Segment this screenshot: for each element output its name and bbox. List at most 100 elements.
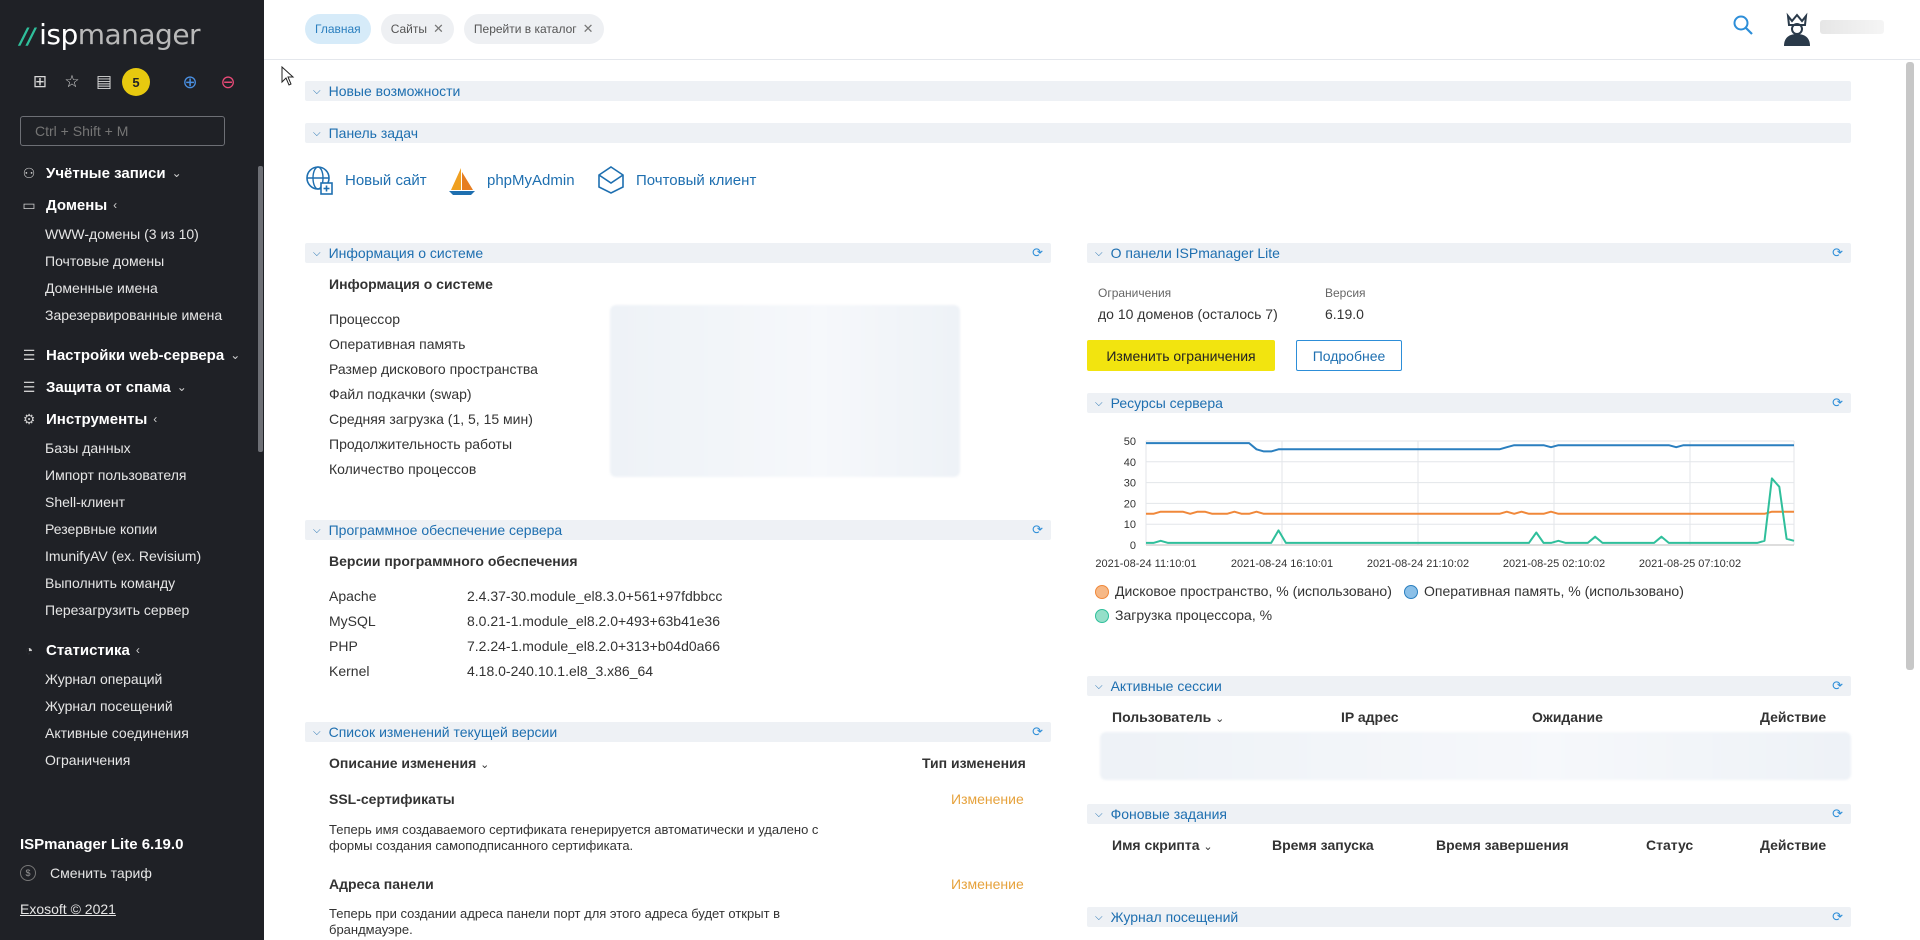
sidebar-item-operations-log[interactable]: Журнал операций (0, 665, 258, 692)
section-resources[interactable]: ⌵ Ресурсы сервера ⟳ (1087, 393, 1851, 413)
sidebar-group-statistics[interactable]: ◔ Статистика ‹ (0, 639, 258, 661)
refresh-icon[interactable]: ⟳ (1032, 522, 1043, 538)
more-info-button[interactable]: Подробнее (1296, 340, 1402, 371)
sidebar-item-www-domains[interactable]: WWW-домены (3 из 10) (0, 220, 258, 247)
sidebar-item-reserved-names[interactable]: Зарезервированные имена (0, 301, 258, 328)
refresh-icon[interactable]: ⟳ (1032, 724, 1043, 740)
mail-client-icon (598, 166, 624, 194)
refresh-icon[interactable]: ⟳ (1832, 245, 1843, 261)
limits-label: Ограничения (1098, 286, 1172, 300)
search-icon[interactable] (1732, 14, 1754, 42)
section-software[interactable]: ⌵ Программное обеспечение сервера ⟳ (305, 520, 1051, 540)
product-version: ISPmanager Lite 6.19.0 (20, 836, 184, 853)
legend-cpu[interactable]: Загрузка процессора, % (1095, 607, 1272, 624)
sidebar-item-run-command[interactable]: Выполнить команду (0, 569, 258, 596)
sysinfo-values-blurred (610, 305, 960, 477)
legend-ram[interactable]: Оперативная память, % (использовано) (1404, 583, 1684, 600)
sidebar-scrollbar[interactable] (258, 166, 263, 452)
sidebar-group-antispam[interactable]: ☰ Защита от спама ⌄ (0, 376, 258, 398)
tree-icon[interactable]: ⊞ (24, 69, 56, 95)
sidebar-item-visits-log[interactable]: Журнал посещений (0, 692, 258, 719)
refresh-icon[interactable]: ⟳ (1832, 806, 1843, 822)
tab-sites[interactable]: Сайты ✕ (380, 14, 454, 44)
sidebar-group-webserver[interactable]: ☰ Настройки web-сервера ⌄ (0, 344, 258, 366)
y-tick-label: 50 (1124, 436, 1136, 448)
refresh-icon[interactable]: ⟳ (1832, 909, 1843, 925)
section-system-info[interactable]: ⌵ Информация о системе ⟳ (305, 243, 1051, 263)
sidebar-item-databases[interactable]: Базы данных (0, 434, 258, 461)
tasks-icon[interactable]: ▤ (88, 69, 120, 95)
tab-home[interactable]: Главная (305, 14, 371, 44)
favorites-star-icon[interactable]: ☆ (56, 69, 88, 95)
sidebar-group-domains[interactable]: ▭ Домены ‹ (0, 194, 258, 216)
sidebar-item-mail-domains[interactable]: Почтовые домены (0, 247, 258, 274)
x-tick-label: 2021-08-25 07:10:02 (1639, 558, 1741, 570)
change-limits-button[interactable]: Изменить ограничения (1087, 340, 1275, 371)
chevron-down-icon: ⌵ (313, 85, 321, 97)
sessions-col-action: Действие (1760, 709, 1827, 725)
chevron-down-icon: ⌄ (480, 759, 490, 771)
topbar: Главная Сайты ✕ Перейти в каталог ✕ (264, 0, 1920, 60)
sidebar-item-limits[interactable]: Ограничения (0, 746, 258, 773)
menu-search-input[interactable] (20, 116, 225, 146)
chevron-down-icon: ⌄ (1215, 713, 1225, 725)
legend-disk[interactable]: Дисковое пространство, % (использовано) (1095, 583, 1392, 600)
quick-action-new-site[interactable]: Новый сайт (305, 164, 427, 196)
changelog-item-text: Теперь имя создаваемого сертификата гене… (329, 822, 819, 837)
sessions-col-user[interactable]: Пользователь ⌄ (1112, 709, 1224, 725)
sidebar-item-user-import[interactable]: Импорт пользователя (0, 461, 258, 488)
logo-mark-icon: // (20, 25, 36, 50)
sidebar-item-imunifyav[interactable]: ImunifyAV (ex. Revisium) (0, 542, 258, 569)
quick-action-mail-client[interactable]: Почтовый клиент (596, 164, 756, 196)
section-visit-log[interactable]: ⌵ Журнал посещений ⟳ (1087, 907, 1851, 927)
sidebar-item-shell[interactable]: Shell-клиент (0, 488, 258, 515)
sidebar-item-backups[interactable]: Резервные копии (0, 515, 258, 542)
sidebar-item-reboot[interactable]: Перезагрузить сервер (0, 596, 258, 623)
user-icon: ⚇ (22, 164, 36, 181)
section-new-features[interactable]: ⌵ Новые возможности (305, 81, 1851, 101)
close-icon[interactable]: ✕ (583, 21, 594, 37)
changelog-col-type: Тип изменения (922, 755, 1026, 771)
section-changelog[interactable]: ⌵ Список изменений текущей версии ⟳ (305, 722, 1051, 742)
ispmanager-logo[interactable]: //ispmanager (20, 18, 201, 51)
sysinfo-disk-label: Размер дискового пространства (329, 361, 538, 377)
jobs-col-script[interactable]: Имя скрипта ⌄ (1112, 837, 1213, 853)
expand-all-icon[interactable]: ⊕ (174, 69, 206, 95)
quick-action-phpmyadmin[interactable]: phpMyAdmin (447, 164, 575, 196)
tab-go-to-directory[interactable]: Перейти в каталог ✕ (463, 14, 604, 44)
changelog-item-text: брандмауэре. (329, 922, 413, 937)
version-value: 6.19.0 (1325, 306, 1364, 322)
software-name: Apache (329, 588, 377, 604)
close-icon[interactable]: ✕ (433, 21, 444, 37)
refresh-icon[interactable]: ⟳ (1832, 678, 1843, 694)
section-about[interactable]: ⌵ О панели ISPmanager Lite ⟳ (1087, 243, 1851, 263)
sidebar-group-accounts[interactable]: ⚇ Учётные записи ⌄ (0, 162, 258, 184)
notifications-badge[interactable]: 5 (122, 68, 150, 96)
sessions-row-blurred[interactable] (1100, 732, 1851, 780)
gear-icon: ⚙ (22, 410, 36, 427)
filter-icon: ☰ (22, 378, 36, 395)
change-tariff-link[interactable]: $ Сменить тариф (20, 865, 183, 881)
refresh-icon[interactable]: ⟳ (1032, 245, 1043, 261)
series-line-2 (1146, 477, 1795, 544)
username-blurred[interactable] (1820, 20, 1884, 34)
section-task-panel[interactable]: ⌵ Панель задач (305, 123, 1851, 143)
x-tick-label: 2021-08-24 11:10:01 (1095, 558, 1196, 570)
sidebar-item-active-connections[interactable]: Активные соединения (0, 719, 258, 746)
section-sessions[interactable]: ⌵ Активные сессии ⟳ (1087, 676, 1851, 696)
sidebar-item-domain-names[interactable]: Доменные имена (0, 274, 258, 301)
sysinfo-load-label: Средняя загрузка (1, 5, 15 мин) (329, 411, 533, 427)
sysinfo-cpu-label: Процессор (329, 311, 401, 327)
collapse-all-icon[interactable]: ⊖ (212, 69, 244, 95)
copyright-link[interactable]: Exosoft © 2021 (20, 901, 183, 917)
chevron-down-icon: ⌵ (313, 127, 321, 139)
sidebar-group-tools[interactable]: ⚙ Инструменты ‹ (0, 408, 258, 430)
chevron-down-icon: ⌵ (1095, 680, 1103, 692)
section-background-jobs[interactable]: ⌵ Фоновые задания ⟳ (1087, 804, 1851, 824)
changelog-col-description[interactable]: Описание изменения ⌄ (329, 755, 489, 771)
refresh-icon[interactable]: ⟳ (1832, 395, 1843, 411)
jobs-col-status: Статус (1646, 837, 1694, 853)
avatar[interactable] (1778, 10, 1816, 48)
main-scrollbar[interactable] (1906, 62, 1914, 670)
changelog-item-title: Адреса панели (329, 876, 434, 892)
